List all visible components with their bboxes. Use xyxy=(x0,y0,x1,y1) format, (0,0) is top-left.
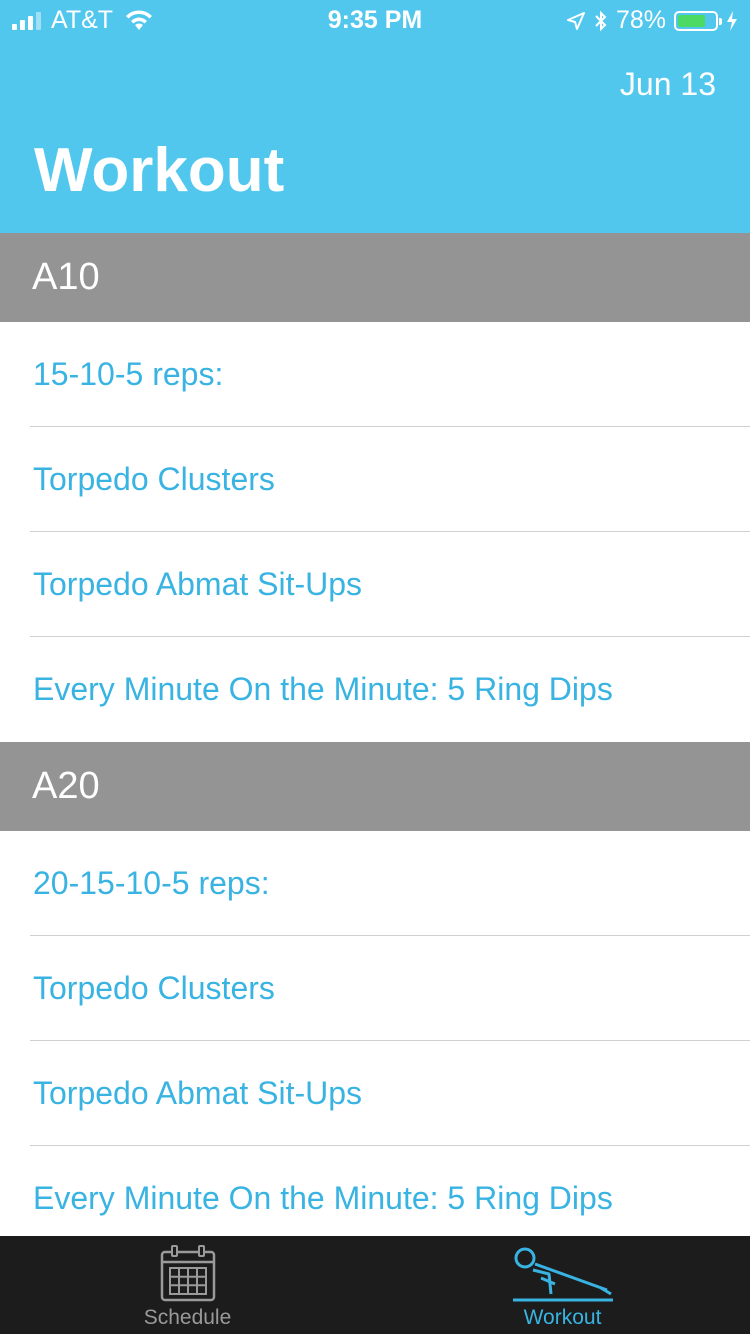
list-item[interactable]: 15-10-5 reps: xyxy=(0,322,750,427)
location-arrow-icon xyxy=(566,11,585,30)
list-item[interactable]: 20-15-10-5 reps: xyxy=(0,831,750,936)
status-bar: AT&T 9:35 PM 78% xyxy=(0,0,750,40)
battery-icon xyxy=(674,10,722,31)
list-item[interactable]: Torpedo Clusters xyxy=(0,936,750,1041)
battery-percent: 78% xyxy=(615,6,666,34)
status-right: 78% xyxy=(566,6,738,35)
list-item[interactable]: Torpedo Abmat Sit-Ups xyxy=(0,1041,750,1146)
tab-bar: Schedule Workout xyxy=(0,1236,750,1334)
tab-label-workout: Workout xyxy=(523,1306,602,1329)
workout-list: A10 15-10-5 reps: Torpedo Clusters Torpe… xyxy=(0,233,750,1251)
list-item[interactable]: Torpedo Clusters xyxy=(0,427,750,532)
section-header-a20: A20 xyxy=(0,742,750,831)
nav-header: AT&T 9:35 PM 78% Jun 13 Workout xyxy=(0,0,750,233)
bluetooth-icon xyxy=(595,10,607,31)
charging-bolt-icon xyxy=(727,10,737,31)
page-title: Workout xyxy=(34,136,285,205)
list-item[interactable]: Every Minute On the Minute: 5 Ring Dips xyxy=(0,637,750,742)
tab-label-schedule: Schedule xyxy=(143,1306,232,1329)
date-label[interactable]: Jun 13 xyxy=(620,66,716,103)
tab-schedule[interactable]: Schedule xyxy=(0,1236,375,1334)
list-item[interactable]: Torpedo Abmat Sit-Ups xyxy=(0,532,750,637)
pushup-icon xyxy=(512,1247,613,1302)
section-header-a10: A10 xyxy=(0,233,750,322)
calendar-icon xyxy=(160,1245,215,1302)
tab-workout[interactable]: Workout xyxy=(375,1236,750,1334)
